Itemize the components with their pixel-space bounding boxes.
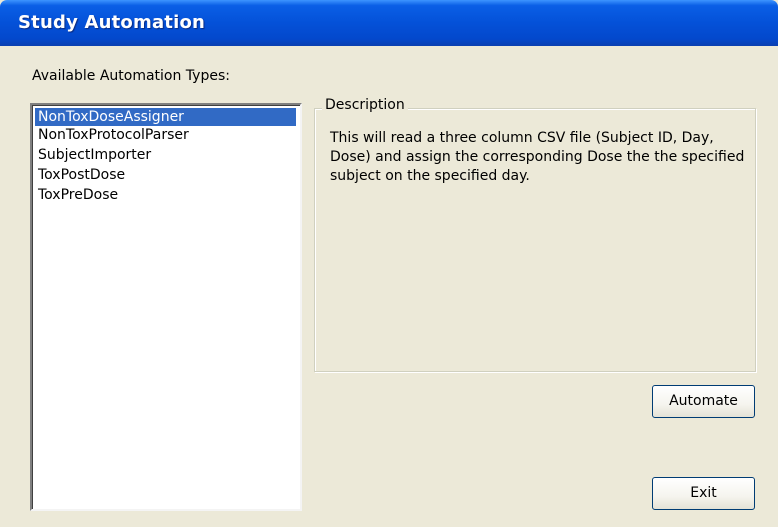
exit-button[interactable]: Exit xyxy=(652,477,755,510)
list-item-nontoxdoseassigner[interactable]: NonToxDoseAssigner xyxy=(35,108,296,126)
title-bar[interactable]: Study Automation xyxy=(0,0,778,46)
automation-types-list[interactable]: NonToxDoseAssigner NonToxProtocolParser … xyxy=(30,103,302,511)
study-automation-window: Study Automation Available Automation Ty… xyxy=(0,0,778,527)
description-text: This will read a three column CSV file (… xyxy=(330,130,745,184)
list-item-toxpredose[interactable]: ToxPreDose xyxy=(35,186,121,204)
window-title: Study Automation xyxy=(18,12,206,33)
list-item-toxpostdose[interactable]: ToxPostDose xyxy=(35,166,128,184)
available-types-label: Available Automation Types: xyxy=(32,68,230,84)
list-item-subjectimporter[interactable]: SubjectImporter xyxy=(35,146,154,164)
description-legend: Description xyxy=(322,97,408,113)
automate-button[interactable]: Automate xyxy=(652,385,755,418)
list-item-nontoxprotocolparser[interactable]: NonToxProtocolParser xyxy=(35,126,192,144)
